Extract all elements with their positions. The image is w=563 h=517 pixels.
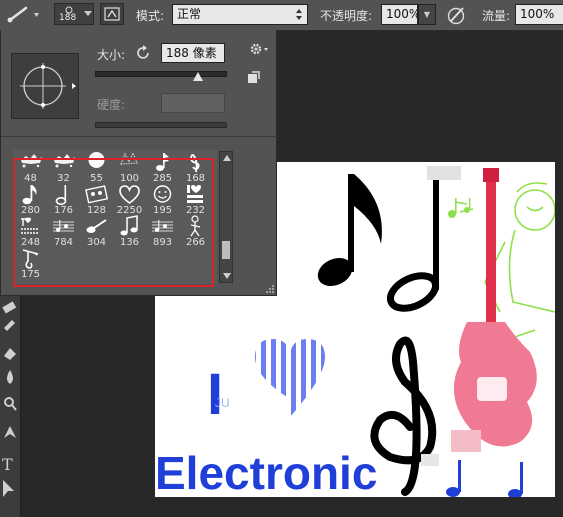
size-slider-thumb[interactable]	[193, 72, 203, 82]
brush-tool-preset-picker[interactable]	[4, 4, 42, 26]
toggle-brush-panel-button[interactable]	[100, 3, 124, 25]
eighth-note-icon	[317, 174, 382, 287]
gear-icon	[250, 43, 268, 55]
opacity-input[interactable]: 100%	[381, 4, 421, 25]
reset-size-button[interactable]	[135, 45, 153, 61]
updown-arrows-icon	[296, 9, 302, 20]
music-notes-icon	[448, 198, 471, 218]
brush-angle-preview[interactable]	[11, 53, 79, 119]
flow-value: 100%	[520, 7, 555, 21]
selection-highlight-frame	[13, 158, 214, 287]
half-note-icon	[386, 166, 461, 312]
brush-angle-icon	[20, 63, 76, 109]
treble-clef-icon	[370, 336, 437, 496]
scroll-up-icon[interactable]	[223, 155, 231, 161]
mode-label: 模式:	[136, 9, 165, 23]
grey-patch	[421, 454, 439, 466]
resize-grip-icon[interactable]	[266, 284, 275, 293]
striped-heart-icon	[255, 339, 325, 417]
path-selection-icon	[3, 480, 14, 497]
dodge-tool-icon	[4, 397, 17, 411]
brush-size-picker[interactable]: 188	[54, 3, 94, 25]
new-preset-button[interactable]	[247, 71, 261, 85]
flow-input[interactable]: 100%	[515, 4, 563, 25]
hardness-slider-track	[95, 122, 227, 128]
chevron-down-icon	[84, 11, 92, 16]
music-notes-icon	[446, 460, 523, 497]
new-preset-icon	[248, 71, 260, 83]
dropdown-arrow-icon	[34, 13, 39, 17]
pressure-opacity-button[interactable]	[446, 5, 468, 25]
pen-tool-icon	[4, 426, 16, 438]
chevron-down-icon: ▼	[423, 10, 431, 19]
popup-settings-button[interactable]	[249, 41, 271, 57]
blur-tool-icon	[7, 370, 13, 384]
opacity-value: 100%	[386, 7, 421, 21]
reset-icon	[137, 45, 149, 59]
scrollbar-thumb[interactable]	[222, 241, 230, 259]
size-input[interactable]: 188 像素	[161, 43, 225, 63]
pen-pressure-icon	[447, 7, 465, 25]
brush-icon	[7, 6, 39, 23]
eraser-icon	[2, 301, 17, 314]
size-value: 188 像素	[166, 46, 217, 60]
opacity-dropdown-button[interactable]: ▼	[418, 4, 436, 25]
hardness-input	[161, 93, 225, 113]
brush-preset-popup: 大小: 188 像素 硬度: 48 32 55 100 285 168 280 176 128 2…	[0, 30, 278, 296]
divider	[1, 136, 278, 137]
mode-select[interactable]: 正常	[172, 4, 308, 25]
opacity-label: 不透明度:	[320, 9, 373, 23]
tool-icons: T	[2, 301, 17, 497]
type-tool-icon: T	[2, 455, 13, 474]
brush-panel-icon	[104, 7, 120, 21]
canvas-stamp-letters: JU	[215, 396, 230, 410]
mode-value: 正常	[177, 7, 202, 21]
preset-scrollbar[interactable]	[219, 151, 233, 283]
size-slider-track[interactable]	[95, 71, 227, 77]
options-bar: 188 模式: 正常 不透明度: 100% ▼ 流量: 100%	[0, 0, 563, 31]
canvas-letter-i: I	[207, 362, 223, 427]
flow-label: 流量:	[482, 9, 511, 23]
canvas-electronic-text: Electronic	[155, 447, 377, 497]
paint-bucket-icon	[4, 348, 16, 360]
scroll-down-icon[interactable]	[223, 273, 231, 279]
hardness-label: 硬度:	[97, 98, 126, 112]
svg-text:T: T	[2, 455, 13, 474]
brush-size-value: 188	[59, 13, 77, 23]
size-label: 大小:	[97, 48, 126, 62]
mixer-brush-icon	[4, 320, 15, 331]
